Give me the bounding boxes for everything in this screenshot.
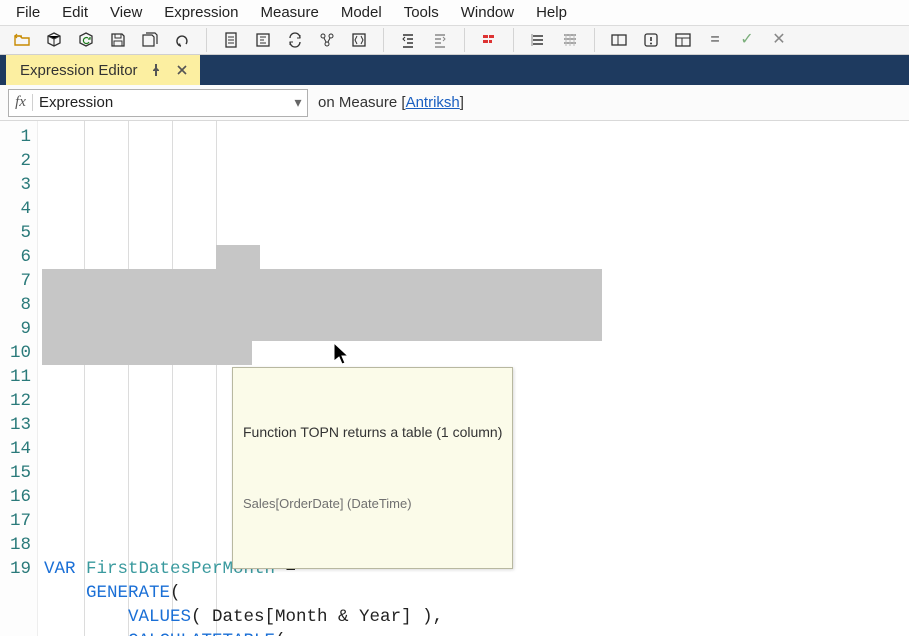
menu-file[interactable]: File [6,0,50,25]
fx-icon: fx [9,94,33,111]
code-line[interactable]: GENERATE( [44,581,909,605]
filter-red-icon[interactable] [475,26,503,54]
line-number: 5 [0,221,31,245]
line-number: 16 [0,485,31,509]
save-all-icon[interactable] [136,26,164,54]
toolbar-separator [383,28,384,52]
cube-add-icon[interactable] [40,26,68,54]
warning-icon[interactable] [637,26,665,54]
menu-expression[interactable]: Expression [154,0,248,25]
line-number: 14 [0,437,31,461]
line-number: 19 [0,557,31,581]
menu-tools[interactable]: Tools [394,0,449,25]
tabstrip: Expression Editor [0,55,909,85]
close-x-icon[interactable]: ✕ [765,26,793,54]
line-number: 18 [0,533,31,557]
line-number: 12 [0,389,31,413]
align-icon[interactable] [524,26,552,54]
line-number: 10 [0,341,31,365]
line-gutter: 12345678910111213141516171819 [0,121,38,636]
app-window: FileEditViewExpressionMeasureModelToolsW… [0,0,909,636]
indent-right-icon[interactable] [426,26,454,54]
tab-title: Expression Editor [20,62,138,79]
context-link[interactable]: Antriksh [406,94,460,111]
layout-icon[interactable] [669,26,697,54]
indent-left-icon[interactable] [394,26,422,54]
menu-view[interactable]: View [100,0,152,25]
code-editor[interactable]: 12345678910111213141516171819 Function T… [0,121,909,636]
menu-edit[interactable]: Edit [52,0,98,25]
mouse-cursor-icon [248,317,352,399]
check-icon[interactable]: ✓ [733,26,761,54]
menubar: FileEditViewExpressionMeasureModelToolsW… [0,0,909,26]
line-number: 6 [0,245,31,269]
align-lines-icon[interactable] [556,26,584,54]
line-number: 7 [0,269,31,293]
toolbar-separator [594,28,595,52]
selector-row: fx Expression ▾ on Measure [Antriksh] [0,85,909,121]
line-number: 13 [0,413,31,437]
context-label: on Measure [Antriksh] [318,94,464,111]
cube-refresh-icon[interactable] [72,26,100,54]
expression-selector[interactable]: fx Expression ▾ [8,89,308,117]
pin-icon[interactable] [148,62,164,78]
menu-window[interactable]: Window [451,0,524,25]
line-number: 8 [0,293,31,317]
format-icon[interactable] [249,26,277,54]
line-number: 4 [0,197,31,221]
tab-expression-editor[interactable]: Expression Editor [6,55,200,85]
undo-icon[interactable] [168,26,196,54]
menu-measure[interactable]: Measure [250,0,328,25]
toolbar-separator [206,28,207,52]
code-line[interactable]: CALCULATETABLE( [44,629,909,636]
close-icon[interactable] [174,62,190,78]
line-number: 11 [0,365,31,389]
save-icon[interactable] [104,26,132,54]
equals-icon[interactable]: = [701,26,729,54]
menu-help[interactable]: Help [526,0,577,25]
toolbar: =✓✕ [0,26,909,55]
menu-model[interactable]: Model [331,0,392,25]
tooltip-line1: Function TOPN returns a table (1 column) [243,420,502,444]
line-number: 1 [0,125,31,149]
open-icon[interactable] [8,26,36,54]
line-number: 15 [0,461,31,485]
selector-value: Expression [33,94,289,111]
line-number: 3 [0,173,31,197]
toolbar-separator [464,28,465,52]
chevron-down-icon[interactable]: ▾ [289,94,307,111]
script-icon[interactable] [345,26,373,54]
line-number: 2 [0,149,31,173]
doc-icon[interactable] [217,26,245,54]
panel-icon[interactable] [605,26,633,54]
code-line[interactable]: VALUES( Dates[Month & Year] ), [44,605,909,629]
tree-icon[interactable] [313,26,341,54]
code-area[interactable]: Function TOPN returns a table (1 column)… [38,121,909,636]
line-number: 9 [0,317,31,341]
loop-icon[interactable] [281,26,309,54]
line-number: 17 [0,509,31,533]
tooltip-line2: Sales[OrderDate] (DateTime) [243,492,502,516]
toolbar-separator [513,28,514,52]
